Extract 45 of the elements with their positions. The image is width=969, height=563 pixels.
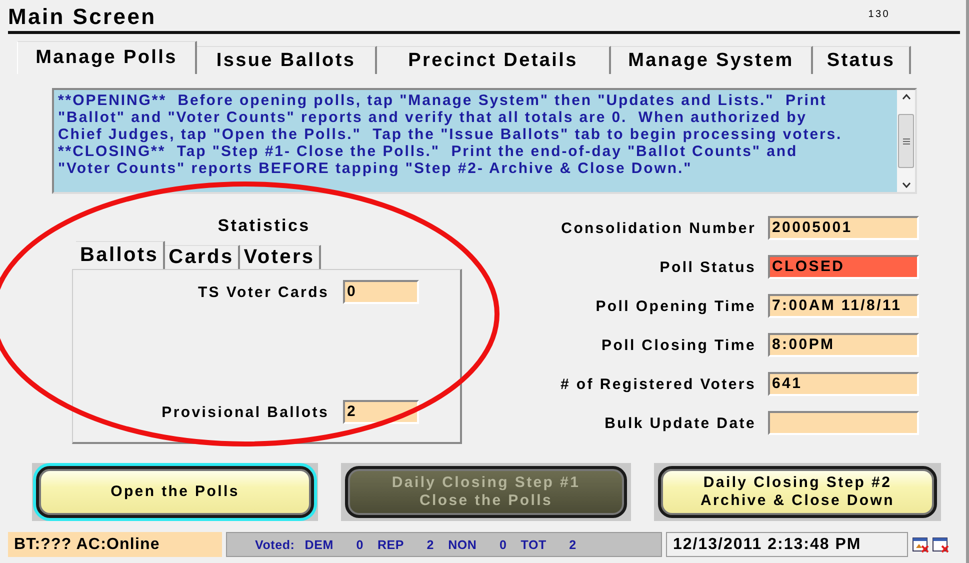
voted-label: Voted: xyxy=(255,538,295,552)
status-field: CLOSED xyxy=(768,255,919,279)
party-label: NON xyxy=(448,538,477,552)
tab[interactable]: Precinct Details xyxy=(377,46,611,74)
vote-count: 0 xyxy=(498,538,507,552)
field-label: Poll Closing Time xyxy=(600,336,756,354)
window-up-icon[interactable] xyxy=(912,536,929,552)
scroll-down-icon[interactable] xyxy=(902,182,910,188)
instructions-text: **OPENING** Before opening polls, tap "Manage System" then "Updates and Lists." Print "Ballot" and "Voter Counts" reports and verify that all totals are 0. When authorized by Chief Judges, tap "Open the Polls." Tap the "Issue Ballots" tab to begin processing voters. **CLOSING** Tap "Step #1- Close the Polls." Print the end-of-day "Ballot Counts" and "Voter Counts" reports BEFORE tapping "Step #2- Archive & Close Down." xyxy=(57,91,844,179)
field-label: # of Registered Voters xyxy=(559,376,756,392)
value-field: 0 xyxy=(343,280,419,304)
value-field: 20005001 xyxy=(768,216,919,240)
field-label: Poll Opening Time xyxy=(594,298,756,314)
field-label: Provisional Ballots xyxy=(160,404,329,420)
section-title: Statistics xyxy=(218,216,310,236)
tab[interactable]: Manage System xyxy=(611,46,813,74)
action-button[interactable]: Open the Polls xyxy=(36,466,314,518)
date-time: 12/13/2011 2:13:48 PM xyxy=(666,532,908,557)
action-button[interactable]: Daily Closing Step #2 Archive & Close Down xyxy=(658,466,937,518)
tab[interactable]: Voters xyxy=(240,245,321,269)
tab[interactable]: Manage Polls xyxy=(17,41,197,74)
screen-code: 130 xyxy=(868,8,891,20)
party-label: REP xyxy=(377,538,404,552)
tab[interactable]: Status xyxy=(813,46,911,74)
scroll-up-icon[interactable] xyxy=(902,94,910,100)
value-field: 7:00AM 11/8/11 xyxy=(768,294,919,318)
tab[interactable]: Issue Ballots xyxy=(197,46,377,74)
party-label: TOT xyxy=(520,538,546,552)
tab[interactable]: Cards xyxy=(164,245,240,269)
field-label: Poll Status xyxy=(658,258,756,276)
field-label: Consolidation Number xyxy=(560,220,756,236)
window-close-icon[interactable] xyxy=(932,536,949,552)
value-field: 8:00PM xyxy=(768,333,919,357)
connection-status: BT:??? AC:Online xyxy=(8,532,222,557)
value-field: 641 xyxy=(768,372,919,396)
window-title: Main Screen xyxy=(8,3,156,30)
tab[interactable]: Ballots xyxy=(76,241,165,269)
field-label: TS Voter Cards xyxy=(196,284,329,300)
scrollbar[interactable] xyxy=(897,90,915,192)
scroll-thumb[interactable] xyxy=(898,114,914,168)
vote-count: 0 xyxy=(355,538,364,552)
party-label: DEM xyxy=(304,538,334,552)
vote-count: 2 xyxy=(426,538,434,552)
field-label: Bulk Update Date xyxy=(604,414,756,432)
vote-count: 2 xyxy=(568,538,576,552)
